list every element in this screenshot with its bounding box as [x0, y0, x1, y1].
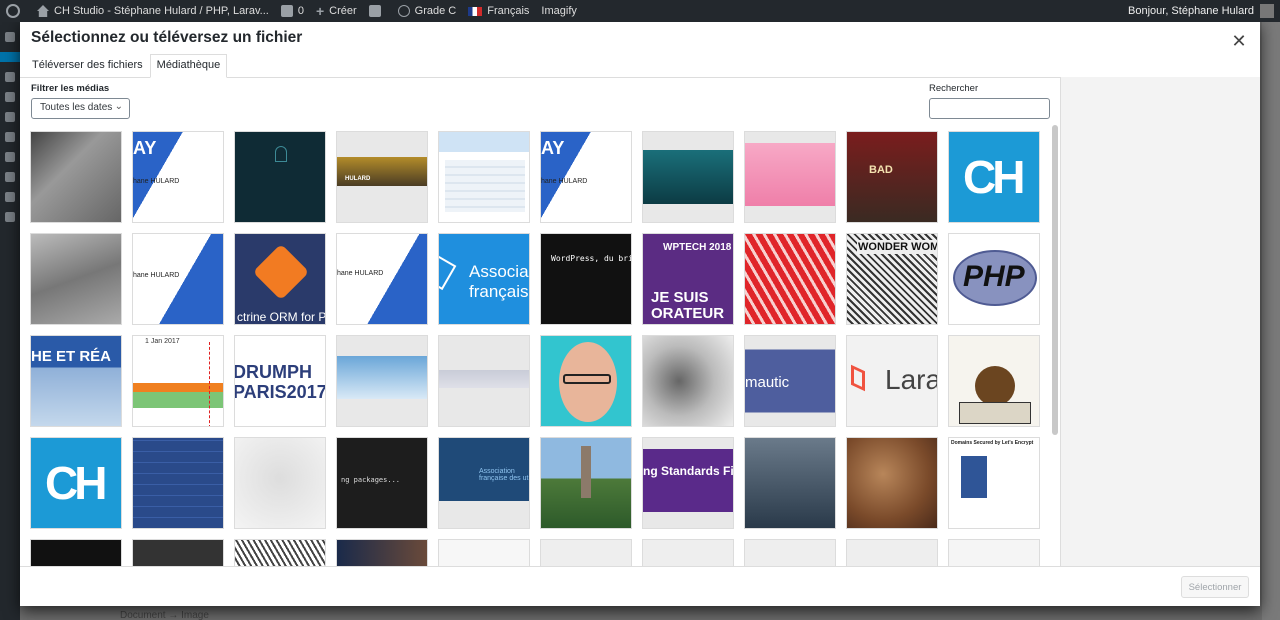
attachment-thumbnail[interactable]: 1 Jan 2017	[132, 335, 224, 427]
attachment-thumbnail[interactable]	[234, 539, 326, 566]
attachment-thumbnail[interactable]	[336, 335, 428, 427]
posts-icon	[0, 52, 20, 62]
attachment-thumbnail[interactable]	[438, 131, 530, 223]
attachment-thumbnail[interactable]	[336, 539, 428, 566]
attachment-thumbnail[interactable]: BAD	[846, 131, 938, 223]
attachment-thumbnail[interactable]: CH	[948, 131, 1040, 223]
attachment-thumbnail[interactable]: Association française des ut	[438, 437, 530, 529]
comment-icon	[280, 5, 293, 17]
imagify-link[interactable]: Imagify	[541, 5, 576, 17]
select-button[interactable]: Sélectionner	[1181, 576, 1249, 598]
attachment-thumbnail[interactable]	[642, 131, 734, 223]
attachment-thumbnail[interactable]	[30, 539, 122, 566]
attachment-thumbnail[interactable]	[846, 539, 938, 566]
attachment-thumbnail[interactable]	[846, 437, 938, 529]
media-router: Téléverser des fichiers Médiathèque	[20, 54, 1260, 78]
attachment-thumbnail[interactable]: WordPress, du brico	[540, 233, 632, 325]
seo-grade-link[interactable]: Grade C	[397, 5, 456, 17]
attachment-thumbnail[interactable]: HULARD	[336, 131, 428, 223]
page-right-edge	[1262, 22, 1280, 620]
plus-icon: +	[315, 3, 325, 19]
home-icon	[37, 5, 49, 17]
attachment-thumbnail[interactable]	[642, 335, 734, 427]
tab-upload-files[interactable]: Téléverser des fichiers	[25, 54, 150, 78]
pages-icon	[5, 92, 15, 102]
attachment-thumbnail[interactable]: Lara	[846, 335, 938, 427]
admin-bar: CH Studio - Stéphane Hulard / PHP, Larav…	[0, 0, 1280, 22]
yoast-icon	[368, 5, 381, 17]
chevron-down-icon: ⌄	[114, 101, 123, 112]
comments-icon	[5, 112, 15, 122]
admin-menu	[0, 22, 20, 620]
site-title-link[interactable]: CH Studio - Stéphane Hulard / PHP, Larav…	[37, 5, 269, 17]
attachment-thumbnail[interactable]	[438, 335, 530, 427]
media-toolbar: Sélectionner	[20, 566, 1260, 606]
attachment-thumbnail[interactable]	[948, 539, 1040, 566]
attachment-thumbnail[interactable]	[744, 233, 836, 325]
tools-icon	[5, 192, 15, 202]
search-label: Rechercher	[929, 83, 979, 94]
attachment-thumbnail[interactable]: ctrine ORM for P	[234, 233, 326, 325]
attachment-thumbnail[interactable]	[744, 539, 836, 566]
attachment-thumbnail[interactable]: WPTECH 2018 JE SUIS ORATEUR	[642, 233, 734, 325]
attachment-thumbnail[interactable]: Domains Secured by Let's Encrypt	[948, 437, 1040, 529]
wordpress-logo-icon[interactable]	[6, 4, 25, 18]
grade-icon	[397, 5, 410, 17]
avatar	[1260, 4, 1274, 18]
scrollbar[interactable]	[1052, 125, 1058, 435]
dashboard-icon	[5, 32, 15, 42]
language-link[interactable]: Français	[468, 5, 529, 17]
background-breadcrumb: Document → Image	[120, 610, 209, 620]
yoast-link[interactable]	[368, 5, 386, 17]
account-menu[interactable]: Bonjour, Stéphane Hulard	[1128, 0, 1274, 22]
attachment-thumbnail[interactable]: ng Standards Fix	[642, 437, 734, 529]
settings-icon	[5, 212, 15, 222]
media-sidebar	[1060, 77, 1260, 566]
attachment-thumbnail[interactable]: hane HULARD	[132, 233, 224, 325]
attachment-thumbnail[interactable]: hane HULARD AY	[132, 131, 224, 223]
attachment-thumbnail[interactable]	[642, 539, 734, 566]
date-filter-select[interactable]: Toutes les dates ⌄	[31, 98, 130, 119]
attachment-thumbnail[interactable]	[30, 131, 122, 223]
close-icon[interactable]: ✕	[1226, 28, 1252, 54]
media-modal: Sélectionnez ou téléversez un fichier ✕ …	[20, 20, 1260, 606]
attachment-thumbnail[interactable]	[438, 539, 530, 566]
modal-title: Sélectionnez ou téléversez un fichier	[31, 29, 303, 46]
attachment-thumbnail[interactable]	[132, 437, 224, 529]
attachment-thumbnail[interactable]	[234, 131, 326, 223]
attachment-thumbnail[interactable]	[744, 437, 836, 529]
attachment-thumbnail[interactable]: ng packages...	[336, 437, 428, 529]
attachment-thumbnail[interactable]	[132, 539, 224, 566]
new-content-link[interactable]: + Créer	[316, 3, 357, 19]
attachment-thumbnail[interactable]	[540, 335, 632, 427]
attachment-thumbnail[interactable]	[540, 539, 632, 566]
attachment-thumbnail[interactable]: hane HULARD AY	[540, 131, 632, 223]
media-icon	[5, 72, 15, 82]
appearance-icon	[5, 132, 15, 142]
attachment-thumbnail[interactable]	[540, 437, 632, 529]
attachment-thumbnail[interactable]: WONDER WOMAN	[846, 233, 938, 325]
attachment-thumbnail[interactable]: hane HULARD	[336, 233, 428, 325]
attachment-thumbnail[interactable]	[948, 335, 1040, 427]
attachment-thumbnail[interactable]	[234, 437, 326, 529]
attachment-thumbnail[interactable]: PHP	[948, 233, 1040, 325]
attachments-browser: Filtrer les médias Toutes les dates ⌄ Re…	[20, 77, 1060, 566]
plugins-icon	[5, 152, 15, 162]
attachment-thumbnail[interactable]: mautic	[744, 335, 836, 427]
search-input[interactable]	[929, 98, 1050, 119]
tab-media-library[interactable]: Médiathèque	[149, 54, 228, 78]
users-icon	[5, 172, 15, 182]
attachment-thumbnail[interactable]	[744, 131, 836, 223]
comments-link[interactable]: 0	[280, 5, 304, 17]
attachment-thumbnail[interactable]: DRUMPH PARIS2017	[234, 335, 326, 427]
attachment-thumbnail[interactable]: CH	[30, 437, 122, 529]
filter-label: Filtrer les médias	[31, 83, 110, 94]
french-flag-icon	[468, 6, 483, 16]
attachment-thumbnail[interactable]: HE ET RÉA	[30, 335, 122, 427]
attachment-thumbnail[interactable]	[30, 233, 122, 325]
attachment-thumbnail[interactable]: Associa français	[438, 233, 530, 325]
